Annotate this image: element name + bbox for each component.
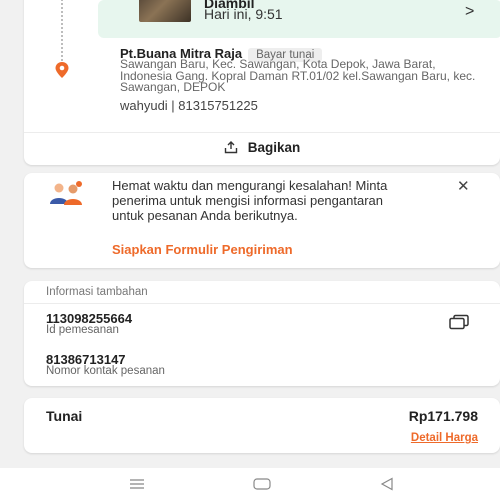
recipient-address: Sawangan Baru, Kec. Sawangan, Kota Depok…: [120, 57, 476, 94]
tip-card: Hemat waktu dan mengurangi kesalahan! Mi…: [24, 173, 500, 268]
tracking-card: Diambil Hari ini, 9:51 > Pt.Buana Mitra …: [24, 0, 500, 165]
back-icon[interactable]: [372, 476, 402, 492]
status-time: Hari ini, 9:51: [204, 6, 283, 22]
contact-number-label: Nomor kontak pesanan: [46, 365, 165, 377]
setup-form-link[interactable]: Siapkan Formulir Pengiriman: [112, 242, 293, 257]
tip-message: Hemat waktu dan mengurangi kesalahan! Mi…: [112, 178, 388, 223]
share-label: Bagikan: [247, 140, 301, 155]
location-pin-icon: [55, 62, 69, 78]
package-photo[interactable]: [139, 0, 191, 22]
chevron-right-icon[interactable]: >: [465, 3, 474, 21]
divider: [24, 303, 500, 304]
order-id-label: Id pemesanan: [46, 324, 119, 336]
payment-method: Tunai: [46, 408, 83, 424]
additional-info-card: Informasi tambahan 113098255664 Id pemes…: [24, 281, 500, 386]
menu-icon[interactable]: [122, 476, 152, 492]
close-icon[interactable]: ✕: [457, 177, 470, 195]
copy-icon[interactable]: [448, 314, 470, 330]
share-button[interactable]: Bagikan: [24, 140, 500, 155]
divider: [24, 132, 500, 133]
share-icon: [224, 141, 237, 154]
info-heading: Informasi tambahan: [46, 286, 148, 298]
price-detail-link[interactable]: Detail Harga: [411, 432, 478, 444]
timeline-line: [61, 0, 63, 65]
payment-card: Tunai Rp171.798 Detail Harga: [24, 398, 500, 453]
system-nav-bar: [0, 468, 500, 500]
payment-amount: Rp171.798: [408, 408, 478, 424]
home-icon[interactable]: [247, 476, 277, 492]
people-icon: [50, 181, 82, 205]
recipient-contact: wahyudi | 81315751225: [120, 98, 258, 113]
